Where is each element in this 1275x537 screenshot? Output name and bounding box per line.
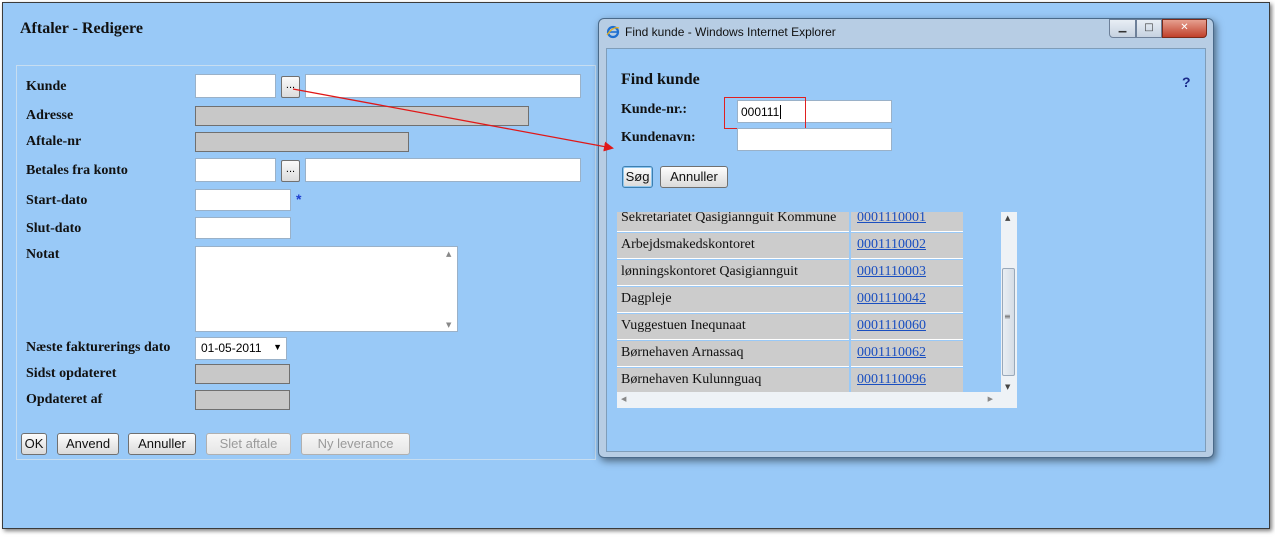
scroll-up-icon[interactable]: ▲ xyxy=(446,250,451,258)
table-row: Sekretariatet Qasigiannguit Kommune 0001… xyxy=(617,212,963,232)
maximize-icon[interactable]: □ xyxy=(1136,19,1162,38)
opdateret-af-field xyxy=(195,390,290,410)
scrollbar-thumb[interactable] xyxy=(1002,268,1015,376)
next-invoice-date-select[interactable]: 01-05-2011 ▼ xyxy=(195,337,287,360)
scroll-up-icon[interactable]: ▲ xyxy=(1005,214,1010,222)
anvend-button[interactable]: Anvend xyxy=(57,433,119,455)
customer-number-link[interactable]: 0001110042 xyxy=(857,291,926,306)
agreement-form: Kunde ... Adresse Aftale-nr Betales fra … xyxy=(16,65,596,460)
help-icon[interactable]: ? xyxy=(1182,74,1191,90)
customer-number-cell: 0001110096 xyxy=(851,368,963,394)
adresse-label: Adresse xyxy=(26,108,74,123)
aftale-nr-label: Aftale-nr xyxy=(26,134,82,149)
minimize-icon[interactable]: ▁ xyxy=(1109,19,1136,38)
customer-number-link[interactable]: 0001110003 xyxy=(857,264,926,279)
konto-nr-input[interactable] xyxy=(195,158,276,182)
search-button[interactable]: Søg xyxy=(622,166,653,188)
konto-lookup-button[interactable]: ... xyxy=(281,160,300,182)
close-icon[interactable]: ✕ xyxy=(1162,19,1207,38)
ok-button[interactable]: OK xyxy=(21,433,47,455)
table-row: Arbejdsmakedskontoret 0001110002 xyxy=(617,233,963,259)
scroll-right-icon[interactable]: ▶ xyxy=(988,395,993,403)
scroll-down-icon[interactable]: ▼ xyxy=(446,321,451,329)
customer-number-link[interactable]: 0001110096 xyxy=(857,372,926,387)
notat-label: Notat xyxy=(26,247,60,262)
adresse-field xyxy=(195,106,529,126)
highlight-box xyxy=(724,97,806,129)
required-marker: * xyxy=(296,191,302,207)
sidst-opdateret-field xyxy=(195,364,290,384)
internet-explorer-icon xyxy=(606,25,620,39)
customer-name: lønningskontoret Qasigiannguit xyxy=(617,260,849,286)
customer-number-cell: 0001110062 xyxy=(851,341,963,367)
kunde-label: Kunde xyxy=(26,79,67,94)
slut-dato-label: Slut-dato xyxy=(26,221,82,236)
app-window: Aftaler - Redigere Kunde ... Adresse Aft… xyxy=(2,2,1270,529)
customer-number-cell: 0001110002 xyxy=(851,233,963,259)
customer-number-link[interactable]: 0001110001 xyxy=(857,212,926,225)
customer-name: Vuggestuen Inequnaat xyxy=(617,314,849,340)
customer-number-link[interactable]: 0001110002 xyxy=(857,237,926,252)
kunde-lookup-button[interactable]: ... xyxy=(281,76,300,98)
customer-number-cell: 0001110001 xyxy=(851,212,963,232)
kunde-name-input[interactable] xyxy=(305,74,581,98)
table-row: Vuggestuen Inequnaat 0001110060 xyxy=(617,314,963,340)
grip-icon: ≡ xyxy=(1004,312,1011,321)
opdateret-af-label: Opdateret af xyxy=(26,392,103,407)
find-kunde-window: Find kunde - Windows Internet Explorer ▁… xyxy=(598,18,1214,458)
sidst-opdateret-label: Sidst opdateret xyxy=(26,366,117,381)
results-vertical-scrollbar[interactable]: ▲ ≡ ▼ xyxy=(1001,212,1017,392)
slet-aftale-button[interactable]: Slet aftale xyxy=(206,433,291,455)
chevron-down-icon[interactable]: ▼ xyxy=(273,342,282,352)
customer-number-link[interactable]: 0001110062 xyxy=(857,345,926,360)
customer-number-cell: 0001110003 xyxy=(851,260,963,286)
results-list: Sekretariatet Qasigiannguit Kommune 0001… xyxy=(617,212,1017,410)
results-horizontal-scrollbar[interactable]: ◀ ▶ xyxy=(617,392,1001,408)
annuller-button[interactable]: Annuller xyxy=(128,433,196,455)
aftale-nr-field xyxy=(195,132,409,152)
customer-name: Børnehaven Arnassaq xyxy=(617,341,849,367)
customer-name: Sekretariatet Qasigiannguit Kommune xyxy=(617,212,849,232)
naeste-fakturerings-dato-label: Næste fakturerings dato xyxy=(26,340,171,355)
next-invoice-date-value: 01-05-2011 xyxy=(201,341,262,355)
customer-name: Dagpleje xyxy=(617,287,849,313)
ny-leverance-button[interactable]: Ny leverance xyxy=(301,433,410,455)
notat-scrollbar[interactable]: ▲ ▼ xyxy=(442,247,457,331)
start-dato-label: Start-dato xyxy=(26,193,88,208)
cancel-button[interactable]: Annuller xyxy=(660,166,728,188)
scroll-down-icon[interactable]: ▼ xyxy=(1005,383,1010,391)
customer-number-cell: 0001110060 xyxy=(851,314,963,340)
scroll-left-icon[interactable]: ◀ xyxy=(621,395,626,403)
kundenavn-label: Kundenavn: xyxy=(621,130,696,145)
table-row: Dagpleje 0001110042 xyxy=(617,287,963,313)
betales-fra-konto-label: Betales fra konto xyxy=(26,163,128,178)
page-title: Aftaler - Redigere xyxy=(20,20,143,37)
table-row: Børnehaven Kulunnguaq 0001110096 xyxy=(617,368,963,394)
konto-name-input[interactable] xyxy=(305,158,581,182)
table-row: lønningskontoret Qasigiannguit 000111000… xyxy=(617,260,963,286)
table-row: Børnehaven Arnassaq 0001110062 xyxy=(617,341,963,367)
slut-dato-input[interactable] xyxy=(195,217,291,239)
kunde-nr-label: Kunde-nr.: xyxy=(621,102,688,117)
window-title: Find kunde - Windows Internet Explorer xyxy=(625,25,836,39)
start-dato-input[interactable] xyxy=(195,189,291,211)
customer-name: Børnehaven Kulunnguaq xyxy=(617,368,849,394)
customer-number-cell: 0001110042 xyxy=(851,287,963,313)
kunde-nr-input[interactable] xyxy=(195,74,276,98)
find-kunde-body: Find kunde ? Kunde-nr.: 000111 Kundenavn… xyxy=(606,48,1206,452)
scrollbar-corner xyxy=(1001,392,1017,408)
customer-name: Arbejdsmakedskontoret xyxy=(617,233,849,259)
kundenavn-search-input[interactable] xyxy=(737,128,892,151)
customer-number-link[interactable]: 0001110060 xyxy=(857,318,926,333)
popup-heading: Find kunde xyxy=(621,71,700,88)
notat-textarea[interactable]: ▲ ▼ xyxy=(195,246,458,332)
